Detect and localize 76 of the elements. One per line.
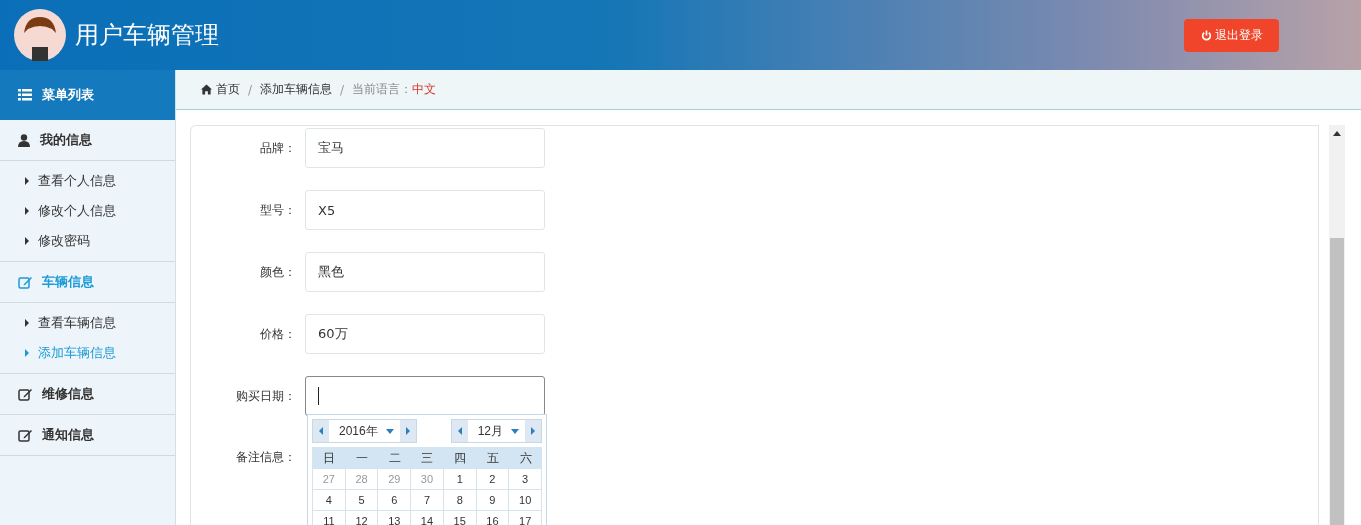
breadcrumb-separator: / [248, 82, 253, 97]
next-button[interactable] [525, 420, 541, 442]
breadcrumb-link[interactable]: 添加车辆信息 [260, 81, 333, 98]
dropdown-icon [385, 428, 394, 434]
day-cell[interactable]: 6 [378, 490, 412, 511]
day-cell[interactable]: 3 [509, 469, 542, 490]
scrollbar[interactable] [1329, 125, 1345, 525]
scroll-up-icon[interactable] [1333, 131, 1341, 136]
menu-group[interactable]: 通知信息 [0, 415, 175, 456]
language-value: 中文 [412, 81, 437, 98]
logout-button[interactable]: 退出登录 [1184, 18, 1279, 52]
language-label: 当前语言： [352, 81, 413, 98]
caret-icon [25, 319, 29, 327]
day-cell[interactable]: 1 [443, 469, 477, 490]
day-cell[interactable]: 14 [411, 511, 444, 525]
day-cell[interactable]: 15 [443, 511, 477, 525]
caret-icon [25, 177, 29, 185]
user-icon [18, 133, 30, 147]
input-field[interactable]: 60万 [305, 314, 545, 354]
day-cell[interactable]: 13 [378, 511, 412, 525]
field-label: 备注信息： [235, 448, 296, 466]
caret-icon [25, 349, 29, 357]
home-link[interactable]: 首页 [201, 81, 240, 98]
menu-group[interactable]: 我的信息 [0, 120, 175, 161]
day-cell[interactable]: 4 [313, 490, 346, 511]
field-label: 购买日期： [235, 387, 296, 405]
day-cell[interactable]: 7 [411, 490, 444, 511]
field-label: 颜色： [259, 263, 296, 281]
menu-item[interactable]: 查看个人信息 [0, 166, 175, 196]
day-cell[interactable]: 10 [509, 490, 542, 511]
menu-group[interactable]: 维修信息 [0, 374, 175, 415]
day-cell[interactable]: 12 [345, 511, 379, 525]
breadcrumb-separator: / [340, 82, 345, 97]
left-arrow-icon [457, 427, 462, 435]
weekday-header: 六 [509, 447, 542, 469]
day-cell[interactable]: 8 [443, 490, 477, 511]
field-label: 型号： [259, 201, 296, 219]
day-cell[interactable]: 2 [476, 469, 510, 490]
weekday-header: 五 [476, 447, 510, 469]
home-icon [201, 84, 212, 95]
day-cell[interactable]: 11 [313, 511, 346, 525]
next-button[interactable] [399, 420, 416, 442]
day-cell[interactable]: 5 [345, 490, 379, 511]
day-cell[interactable]: 9 [476, 490, 510, 511]
edit-icon [18, 428, 32, 442]
avatar-icon [14, 9, 66, 61]
weekday-header: 二 [378, 447, 412, 469]
day-cell[interactable]: 17 [509, 511, 542, 525]
app-title: 用户车辆管理 [75, 20, 219, 51]
menu-item[interactable]: 修改个人信息 [0, 196, 175, 226]
previous-button[interactable] [313, 420, 329, 442]
list-icon [18, 89, 32, 101]
weekday-header: 三 [411, 447, 444, 469]
edit-icon [18, 275, 32, 289]
input-field[interactable]: 黑色 [305, 252, 545, 292]
caret-icon [25, 207, 29, 215]
field-label: 品牌： [259, 139, 296, 157]
weekday-header: 四 [443, 447, 477, 469]
right-arrow-icon [531, 427, 535, 435]
weekday-header: 一 [345, 447, 379, 469]
menu-item[interactable]: 修改密码 [0, 226, 175, 256]
power-icon [1200, 29, 1212, 41]
menu-title: 菜单列表 [42, 86, 94, 104]
caret-icon [25, 237, 29, 245]
previous-button[interactable] [451, 420, 468, 442]
weekday-header: 日 [313, 447, 346, 469]
day-cell[interactable]: 16 [476, 511, 510, 525]
right-arrow-icon [405, 427, 410, 435]
scrollbar-thumb[interactable] [1330, 238, 1344, 525]
menu-item[interactable]: 查看车辆信息 [0, 308, 175, 338]
input-field[interactable]: 宝马 [305, 128, 545, 168]
left-arrow-icon [319, 427, 323, 435]
field-label: 价格： [259, 325, 296, 343]
input-field[interactable]: X5 [305, 190, 545, 230]
edit-icon [18, 387, 32, 401]
dropdown-icon [511, 428, 519, 434]
